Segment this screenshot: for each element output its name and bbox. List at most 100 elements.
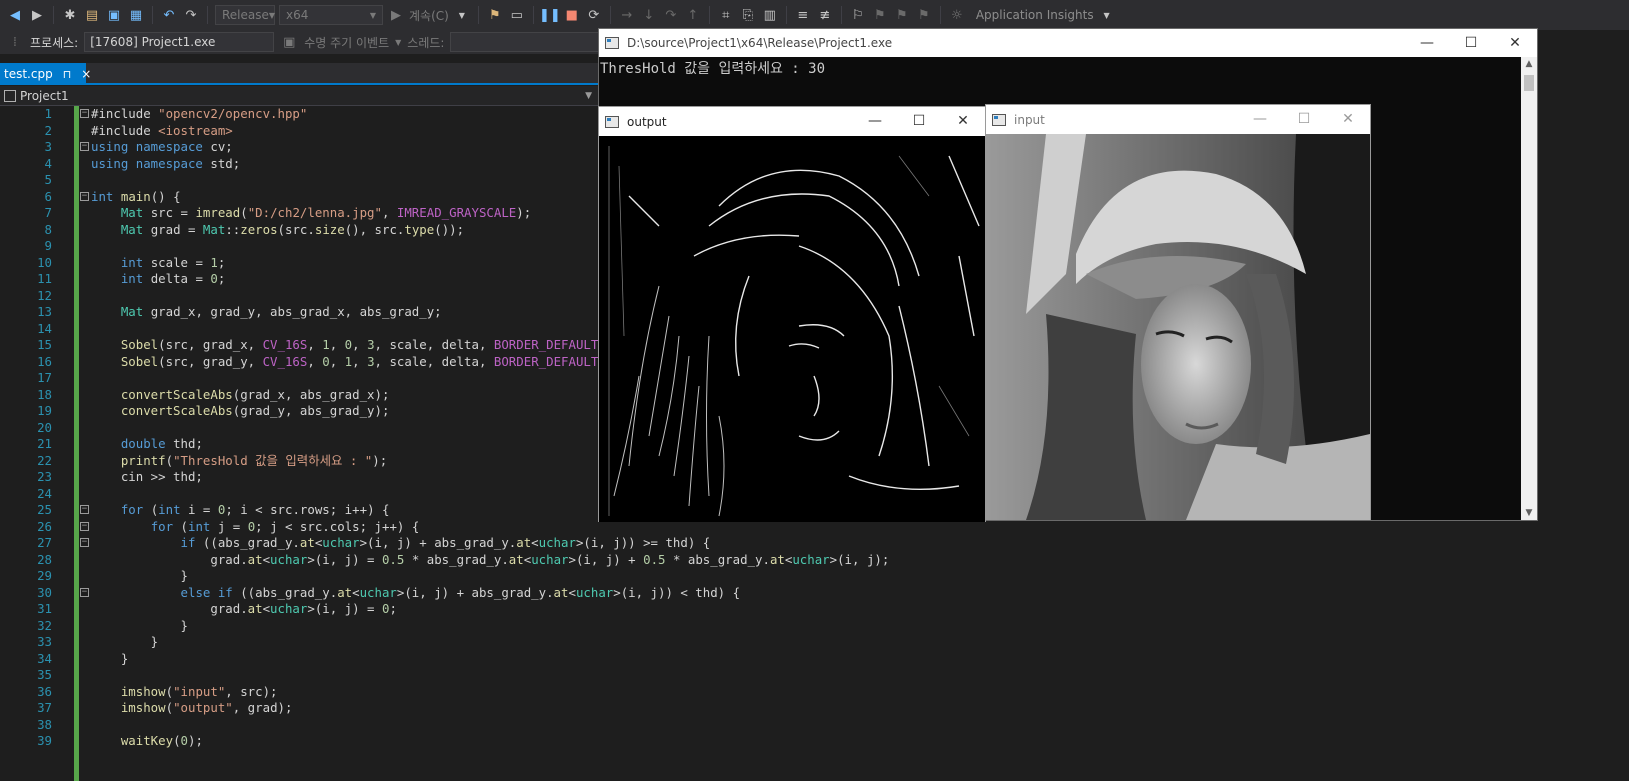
output-window[interactable]: output — ☐ ✕	[598, 106, 986, 522]
close-icon[interactable]: ✕	[941, 107, 985, 135]
line-number: 21	[37, 436, 52, 451]
pause-icon[interactable]: ❚❚	[539, 6, 561, 24]
console-scrollbar[interactable]: ▲ ▼	[1521, 57, 1537, 520]
console-title: D:\source\Project1\x64\Release\Project1.…	[627, 36, 893, 50]
input-title: input	[1014, 112, 1045, 127]
save-icon[interactable]: ▣	[105, 6, 123, 24]
minimize-icon[interactable]: —	[1238, 105, 1282, 133]
code-text: grad.at<uchar>(i, j) = 0.5 * abs_grad_y.…	[91, 551, 890, 567]
screenshot-icon[interactable]: ▭	[508, 6, 526, 24]
comment-icon[interactable]: ≡	[794, 6, 812, 24]
restart-icon[interactable]: ⟳	[585, 6, 603, 24]
code-line[interactable]: 37 imshow("output", grad);	[0, 700, 1629, 717]
code-text: int main() {	[91, 188, 181, 204]
stack-frame-icon[interactable]: ▥	[761, 6, 779, 24]
code-line[interactable]: 34 }	[0, 651, 1629, 668]
code-line[interactable]: 33 }	[0, 634, 1629, 651]
lifecycle-events-label[interactable]: 수명 주기 이벤트	[304, 34, 389, 51]
line-number: 38	[37, 716, 52, 732]
continue-button[interactable]: 계속(C)	[409, 7, 449, 24]
code-text: double thd;	[120, 436, 203, 451]
threads-icon[interactable]: ⎘	[739, 6, 757, 24]
fold-toggle-icon[interactable]: −	[80, 191, 89, 201]
code-line[interactable]: 38	[0, 717, 1629, 734]
code-text: convertScaleAbs(grad_y, abs_grad_y);	[120, 403, 390, 418]
minimize-icon[interactable]: —	[853, 107, 897, 135]
undo-icon[interactable]: ↶	[160, 6, 178, 24]
fold-toggle-icon[interactable]: −	[80, 521, 89, 531]
step-out-icon[interactable]: ↑	[684, 6, 702, 24]
fold-toggle-icon[interactable]: −	[80, 587, 89, 597]
output-titlebar[interactable]: output — ☐ ✕	[599, 107, 985, 136]
configuration-select[interactable]: Release ▼	[215, 5, 275, 25]
code-line[interactable]: 32 }	[0, 618, 1629, 635]
main-toolbar: ◀ ▶ ✱ ▤ ▣ ▦ ↶ ↷ Release ▼ x64 ▼ ▶ 계속(C) …	[0, 0, 1629, 30]
forward-icon[interactable]: ▶	[28, 6, 46, 24]
code-line[interactable]: 31 grad.at<uchar>(i, j) = 0;	[0, 601, 1629, 618]
code-text: }	[91, 617, 188, 633]
navigation-bar[interactable]: Project1 ▼	[0, 86, 600, 106]
tab-test-cpp[interactable]: test.cpp ⊓ ×	[0, 63, 91, 85]
fold-toggle-icon[interactable]: −	[80, 142, 89, 151]
pin-icon[interactable]: ⊓	[63, 68, 72, 81]
hex-display-icon[interactable]: ⌗	[717, 6, 735, 24]
line-number: 19	[37, 403, 52, 418]
application-insights-button[interactable]: Application Insights	[976, 8, 1094, 22]
code-line[interactable]: 36 imshow("input", src);	[0, 684, 1629, 701]
play-icon[interactable]: ▶	[387, 6, 405, 24]
maximize-icon[interactable]: ☐	[1282, 105, 1326, 133]
redo-icon[interactable]: ↷	[182, 6, 200, 24]
close-icon[interactable]: ✕	[1493, 29, 1537, 57]
code-line[interactable]: 29 }	[0, 568, 1629, 585]
clear-bookmarks-icon[interactable]: ⚑	[915, 6, 933, 24]
close-icon[interactable]: ×	[81, 67, 91, 81]
line-number: 39	[37, 733, 52, 748]
thread-select[interactable]	[450, 32, 611, 52]
back-icon[interactable]: ◀	[6, 6, 24, 24]
line-number: 9	[44, 238, 52, 253]
code-line[interactable]: 27 − if ((abs_grad_y.at<uchar>(i, j) + ab…	[0, 535, 1629, 552]
input-window[interactable]: input — ☐ ✕	[985, 104, 1371, 520]
prev-bookmark-icon[interactable]: ⚑	[871, 6, 889, 24]
code-line[interactable]: 35	[0, 667, 1629, 684]
code-text: using namespace std;	[91, 155, 241, 171]
document-tab-strip: test.cpp ⊓ ×	[0, 63, 620, 85]
maximize-icon[interactable]: ☐	[897, 107, 941, 135]
step-into-icon[interactable]: ↓	[640, 6, 658, 24]
scroll-down-icon[interactable]: ▼	[1521, 508, 1537, 518]
fold-toggle-icon[interactable]: −	[80, 505, 89, 514]
code-line[interactable]: 39 waitKey(0);	[0, 733, 1629, 750]
lightbulb-icon[interactable]: ☼	[948, 6, 966, 24]
close-icon[interactable]: ✕	[1326, 105, 1370, 133]
attach-process-icon[interactable]: ⚑	[486, 6, 504, 24]
step-over-icon[interactable]: ↷	[662, 6, 680, 24]
scroll-thumb[interactable]	[1524, 75, 1534, 91]
chevron-down-icon[interactable]: ▼	[585, 91, 592, 101]
uncomment-icon[interactable]: ≢	[816, 6, 834, 24]
lifecycle-events-icon[interactable]: ▣	[280, 33, 298, 51]
chevron-down-icon[interactable]: ▼	[1098, 6, 1116, 24]
fold-toggle-icon[interactable]: −	[80, 538, 89, 547]
code-line[interactable]: 28 grad.at<uchar>(i, j) = 0.5 * abs_grad…	[0, 552, 1629, 569]
line-number: 13	[37, 304, 52, 319]
show-next-statement-icon[interactable]: →	[618, 6, 636, 24]
code-line[interactable]: 30 − else if ((abs_grad_y.at<uchar>(i, j)…	[0, 585, 1629, 602]
minimize-icon[interactable]: —	[1405, 29, 1449, 57]
platform-select[interactable]: x64 ▼	[279, 5, 383, 25]
scroll-up-icon[interactable]: ▲	[1521, 59, 1537, 69]
bookmark-icon[interactable]: ⚐	[849, 6, 867, 24]
next-bookmark-icon[interactable]: ⚑	[893, 6, 911, 24]
console-titlebar[interactable]: D:\source\Project1\x64\Release\Project1.…	[599, 29, 1537, 57]
process-select[interactable]: [17608] Project1.exe	[84, 32, 275, 52]
save-all-icon[interactable]: ▦	[127, 6, 145, 24]
stop-icon[interactable]: ■	[563, 6, 581, 24]
toolbar-separator	[840, 6, 842, 24]
input-titlebar[interactable]: input — ☐ ✕	[986, 105, 1370, 134]
fold-toggle-icon[interactable]: −	[80, 109, 89, 118]
open-folder-icon[interactable]: ▤	[83, 6, 101, 24]
new-project-icon[interactable]: ✱	[61, 6, 79, 24]
chevron-down-icon[interactable]: ▼	[453, 6, 471, 24]
maximize-icon[interactable]: ☐	[1449, 29, 1493, 57]
code-text: waitKey(0);	[120, 733, 203, 748]
chevron-down-icon[interactable]: ▼	[395, 38, 401, 47]
